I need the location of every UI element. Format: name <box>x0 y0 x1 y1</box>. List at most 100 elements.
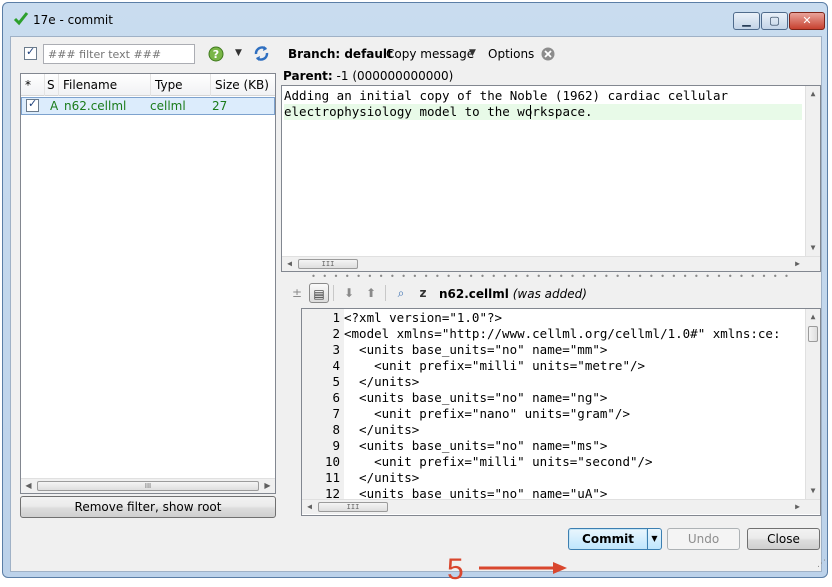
undo-button[interactable]: Undo <box>667 528 740 550</box>
code-line: 3 <units base_units="no" name="mm"> <box>302 342 802 358</box>
copy-message-menu[interactable]: Copy message <box>386 47 474 61</box>
hg-settings-icon[interactable]: ? <box>207 45 225 63</box>
remove-filter-button[interactable]: Remove filter, show root <box>20 496 276 518</box>
file-size: 27 <box>212 99 228 113</box>
parent-value: -1 (000000000000) <box>336 69 454 83</box>
line-number: 2 <box>332 326 340 341</box>
line-number: 4 <box>332 358 340 373</box>
scrollbar-thumb[interactable] <box>808 326 818 342</box>
commit-window: 17e - commit ▁ ▢ ✕ ? ▼ Branch: default C… <box>2 2 828 586</box>
file-status: A <box>50 99 59 113</box>
file-name: n62.cellml <box>64 99 127 113</box>
code-line: 4 <unit prefix="milli" units="metre"/> <box>302 358 802 374</box>
line-number: 10 <box>324 454 340 469</box>
clear-options-icon[interactable] <box>541 47 555 61</box>
diff-expand-icon[interactable]: ± <box>287 283 307 303</box>
file-list[interactable]: * S Filename Type Size (KB) A n62.cellml… <box>20 73 276 494</box>
resize-grip-icon[interactable]: ⋰ <box>817 559 826 569</box>
code-text: <model xmlns="http://www.cellml.org/cell… <box>344 326 781 341</box>
scroll-left-icon[interactable]: ◀ <box>282 257 297 271</box>
code-text: <units base_units="no" name="ms"> <box>344 438 608 453</box>
annotation-arrow-icon <box>479 562 567 574</box>
scrollbar-thumb[interactable]: III <box>37 481 259 491</box>
column-header-status[interactable]: S <box>45 74 59 96</box>
pane-splitter[interactable]: • • • • • • • • • • • • • • • • • • • • … <box>281 273 821 281</box>
svg-text:?: ? <box>213 48 219 61</box>
minimize-button[interactable]: ▁ <box>733 12 760 30</box>
toolbar-separator <box>333 285 334 301</box>
diff-code-view[interactable]: 1 <?xml version="1.0"?> 2 <model xmlns="htt… <box>301 308 821 516</box>
scrollbar-thumb[interactable]: III <box>318 502 388 512</box>
line-number: 7 <box>332 406 340 421</box>
file-type: cellml <box>150 99 186 113</box>
column-header-type[interactable]: Type <box>151 74 211 96</box>
close-button[interactable]: Close <box>747 528 820 550</box>
maximize-button[interactable]: ▢ <box>761 12 788 30</box>
text-caret <box>530 105 531 119</box>
code-line: 9 <units base_units="no" name="ms"> <box>302 438 802 454</box>
line-number: 1 <box>332 310 340 325</box>
file-list-header: * S Filename Type Size (KB) <box>21 74 275 96</box>
scrollbar-thumb[interactable]: III <box>298 259 358 269</box>
scroll-left-icon[interactable]: ◀ <box>302 500 317 514</box>
code-line: 2 <model xmlns="http://www.cellml.org/cel… <box>302 326 802 342</box>
file-row-checkbox[interactable] <box>26 97 39 112</box>
diff-file-status: (was added) <box>512 287 587 301</box>
filter-input[interactable] <box>43 44 195 64</box>
diff-toggle-icon[interactable]: ▤ <box>309 283 329 303</box>
filter-checkbox[interactable] <box>24 45 37 60</box>
prev-hunk-icon[interactable]: ⬆ <box>361 283 381 303</box>
parent-info: Parent: -1 (000000000000) <box>283 69 453 83</box>
message-vscrollbar[interactable]: ▲ ▼ <box>805 86 820 256</box>
line-number: 9 <box>332 438 340 453</box>
diff-file-info: n62.cellml (was added) <box>439 287 587 301</box>
scroll-right-icon[interactable]: ▶ <box>790 500 805 514</box>
scroll-up-icon[interactable]: ▲ <box>806 86 820 101</box>
diff-toolbar: ± ▤ ⬇ ⬆ ⌕ z n62.cellml (was added) <box>281 281 821 305</box>
branch-label: Branch: default <box>288 47 393 61</box>
column-header-size[interactable]: Size (KB) <box>211 74 277 96</box>
title-bar[interactable]: 17e - commit ▁ ▢ ✕ <box>3 3 827 37</box>
code-text: <unit prefix="nano" units="gram"/> <box>344 406 630 421</box>
message-hscrollbar[interactable]: ◀ III ▶ <box>282 256 820 271</box>
close-icon: ✕ <box>802 14 812 27</box>
refresh-icon[interactable] <box>253 45 270 62</box>
code-text: </units> <box>344 422 420 437</box>
code-text: <unit prefix="milli" units="metre"/> <box>344 358 646 373</box>
line-number: 6 <box>332 390 340 405</box>
code-text: <units base_units="no" name="mm"> <box>344 342 608 357</box>
file-list-hscrollbar[interactable]: ◀ III ▶ <box>21 478 275 493</box>
scroll-down-icon[interactable]: ▼ <box>806 240 820 255</box>
code-hscrollbar[interactable]: ◀ III ▶ <box>302 499 820 514</box>
options-menu[interactable]: Options <box>488 47 534 61</box>
next-hunk-icon[interactable]: ⬇ <box>339 283 359 303</box>
line-number: 3 <box>332 342 340 357</box>
code-line: 7 <unit prefix="nano" units="gram"/> <box>302 406 802 422</box>
line-number: 5 <box>332 374 340 389</box>
commit-dropdown-button[interactable]: ▼ <box>647 528 662 550</box>
file-row[interactable]: A n62.cellml cellml 27 <box>21 97 275 115</box>
code-line: 1 <?xml version="1.0"?> <box>302 310 802 326</box>
scroll-down-icon[interactable]: ▼ <box>806 483 820 498</box>
parent-label: Parent: <box>283 69 333 83</box>
code-line: 10 <unit prefix="milli" units="second"/> <box>302 454 802 470</box>
scroll-up-icon[interactable]: ▲ <box>806 309 820 324</box>
checkmark-icon <box>13 12 29 26</box>
commit-message-editor[interactable]: Adding an initial copy of the Noble (196… <box>281 85 821 272</box>
column-header-filename[interactable]: Filename <box>59 74 151 96</box>
line-number: 11 <box>324 470 340 485</box>
close-window-button[interactable]: ✕ <box>789 12 825 30</box>
code-line: 8 </units> <box>302 422 802 438</box>
commit-button[interactable]: Commit <box>568 528 647 550</box>
code-text: <unit prefix="milli" units="second"/> <box>344 454 653 469</box>
code-line: 6 <units base_units="no" name="ng"> <box>302 390 802 406</box>
column-header-star[interactable]: * <box>21 74 45 96</box>
diff-search-icon[interactable]: ⌕ <box>391 283 411 303</box>
scroll-right-icon[interactable]: ▶ <box>260 479 275 493</box>
hg-settings-dropdown-icon[interactable]: ▼ <box>235 48 242 58</box>
code-vscrollbar[interactable]: ▲ ▼ <box>805 309 820 499</box>
scroll-left-icon[interactable]: ◀ <box>21 479 36 493</box>
scroll-right-icon[interactable]: ▶ <box>790 257 805 271</box>
file-diff-icon: z <box>419 286 427 300</box>
copy-message-dropdown-icon[interactable]: ▼ <box>469 48 476 58</box>
